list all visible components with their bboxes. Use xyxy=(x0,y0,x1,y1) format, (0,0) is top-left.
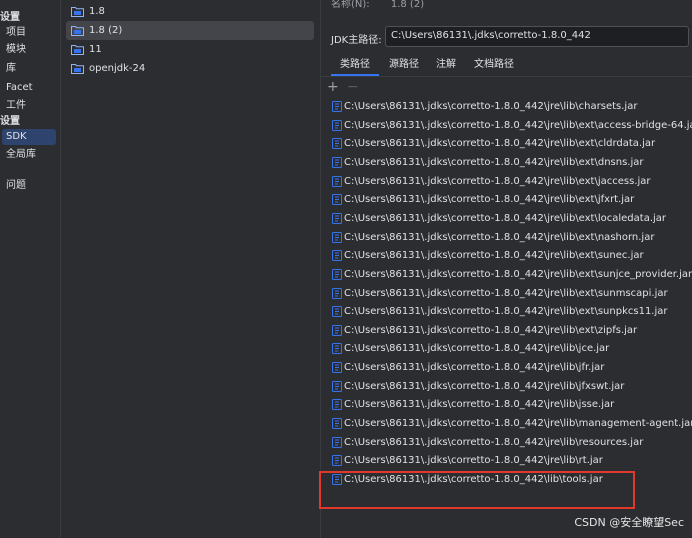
classpath-entry-path: C:\Users\86131\.jdks\corretto-1.8.0_442\… xyxy=(344,306,668,318)
nav-item-facets[interactable]: Facet xyxy=(0,80,62,96)
classpath-entry-path: C:\Users\86131\.jdks\corretto-1.8.0_442\… xyxy=(344,119,692,131)
classpath-entry-path: C:\Users\86131\.jdks\corretto-1.8.0_442\… xyxy=(344,418,692,430)
jar-file-icon xyxy=(332,156,342,168)
jar-file-icon xyxy=(332,194,342,206)
sdk-name-field[interactable]: 1.8 (2) xyxy=(391,0,424,10)
classpath-entry-path: C:\Users\86131\.jdks\corretto-1.8.0_442\… xyxy=(344,156,644,168)
classpath-entry-path: C:\Users\86131\.jdks\corretto-1.8.0_442\… xyxy=(344,175,651,187)
classpath-entry-path: C:\Users\86131\.jdks\corretto-1.8.0_442\… xyxy=(344,324,638,336)
jar-file-icon xyxy=(332,250,342,262)
sdk-detail-panel: 名称(N): 1.8 (2) JDK主路径: C:\Users\86131\.j… xyxy=(321,0,692,538)
add-path-button[interactable]: + xyxy=(327,80,339,94)
sdk-item-label: 1.8 (2) xyxy=(89,25,123,36)
jar-file-icon xyxy=(332,268,342,280)
folder-icon xyxy=(71,7,84,17)
jar-file-icon xyxy=(332,343,342,355)
classpath-entry-path: C:\Users\86131\.jdks\corretto-1.8.0_442\… xyxy=(344,138,656,150)
folder-icon xyxy=(71,64,84,74)
classpath-entry-path: C:\Users\86131\.jdks\corretto-1.8.0_442\… xyxy=(344,455,603,467)
classpath-entry-path: C:\Users\86131\.jdks\corretto-1.8.0_442\… xyxy=(344,212,667,224)
sdk-item-label: openjdk-24 xyxy=(89,63,146,74)
classpath-entry-path: C:\Users\86131\.jdks\corretto-1.8.0_442\… xyxy=(344,362,605,374)
classpath-entry-path: C:\Users\86131\.jdks\corretto-1.8.0_442\… xyxy=(344,194,635,206)
sdk-name-label: 名称(N): xyxy=(331,0,370,10)
jar-file-icon xyxy=(332,399,342,411)
nav-item-project[interactable]: 项目 xyxy=(0,25,62,41)
jdk-home-path-field[interactable]: C:\Users\86131\.jdks\corretto-1.8.0_442 xyxy=(385,26,689,47)
classpath-entry-path: C:\Users\86131\.jdks\corretto-1.8.0_442\… xyxy=(344,287,668,299)
jar-file-icon xyxy=(332,287,342,299)
classpath-entry-path: C:\Users\86131\.jdks\corretto-1.8.0_442\… xyxy=(344,399,615,411)
nav-item-sdk[interactable]: SDK xyxy=(2,129,56,145)
tab-sourcepath[interactable]: 源路径 xyxy=(389,56,419,76)
classpath-entry-path: C:\Users\86131\.jdks\corretto-1.8.0_442\… xyxy=(344,250,644,262)
settings-nav: 设置 项目 模块 库 Facet 工件 设置 SDK 全局库 问题 xyxy=(0,0,61,538)
classpath-entry-path: C:\Users\86131\.jdks\corretto-1.8.0_442\… xyxy=(344,343,610,355)
nav-item-libraries[interactable]: 库 xyxy=(0,61,62,77)
jar-file-icon xyxy=(332,455,342,467)
jar-file-icon xyxy=(332,418,342,430)
sdk-item-label: 1.8 xyxy=(89,6,105,17)
nav-section-platform-settings: 设置 xyxy=(0,116,20,127)
sdk-item[interactable]: 1.8 xyxy=(66,2,314,21)
nav-item-artifacts[interactable]: 工件 xyxy=(0,98,62,114)
jar-file-icon xyxy=(332,306,342,318)
sdk-item[interactable]: 1.8 (2) xyxy=(66,21,314,40)
highlight-box xyxy=(319,471,635,509)
jar-file-icon xyxy=(332,436,342,448)
sdk-item[interactable]: 11 xyxy=(66,40,314,59)
classpath-entry-path: C:\Users\86131\.jdks\corretto-1.8.0_442\… xyxy=(344,268,692,280)
jar-file-icon xyxy=(332,138,342,150)
jar-file-icon xyxy=(332,231,342,243)
jar-file-icon xyxy=(332,380,342,392)
nav-item-modules[interactable]: 模块 xyxy=(0,42,62,58)
tab-documentation-paths[interactable]: 文档路径 xyxy=(474,56,514,76)
sdk-item[interactable]: openjdk-24 xyxy=(66,59,314,78)
watermark: CSDN @安全瞭望Sec xyxy=(574,516,684,529)
folder-icon xyxy=(71,26,84,36)
nav-section-project-settings: 设置 xyxy=(0,12,20,23)
folder-icon xyxy=(71,45,84,55)
jar-file-icon xyxy=(332,175,342,187)
tab-divider xyxy=(321,76,692,77)
nav-item-global-libraries[interactable]: 全局库 xyxy=(0,147,62,163)
tab-annotations[interactable]: 注解 xyxy=(436,56,456,76)
remove-path-button[interactable]: − xyxy=(347,80,359,94)
jar-file-icon xyxy=(332,362,342,374)
classpath-entry-path: C:\Users\86131\.jdks\corretto-1.8.0_442\… xyxy=(344,231,655,243)
sdk-item-label: 11 xyxy=(89,44,102,55)
classpath-entry-path: C:\Users\86131\.jdks\corretto-1.8.0_442\… xyxy=(344,436,644,448)
jar-file-icon xyxy=(332,101,342,112)
jar-file-icon xyxy=(332,324,342,336)
classpath-entry-path: C:\Users\86131\.jdks\corretto-1.8.0_442\… xyxy=(344,380,625,392)
jar-file-icon xyxy=(332,119,342,131)
jdk-home-label: JDK主路径: xyxy=(331,35,382,46)
classpath-entry-path: C:\Users\86131\.jdks\corretto-1.8.0_442\… xyxy=(344,101,638,112)
jar-file-icon xyxy=(332,212,342,224)
tab-classpath[interactable]: 类路径 xyxy=(331,56,379,76)
sdk-list: 1.8 1.8 (2) 11 openjdk-24 xyxy=(61,0,321,538)
sdk-name-row: 名称(N): 1.8 (2) xyxy=(331,0,424,10)
nav-item-problems[interactable]: 问题 xyxy=(0,178,62,194)
